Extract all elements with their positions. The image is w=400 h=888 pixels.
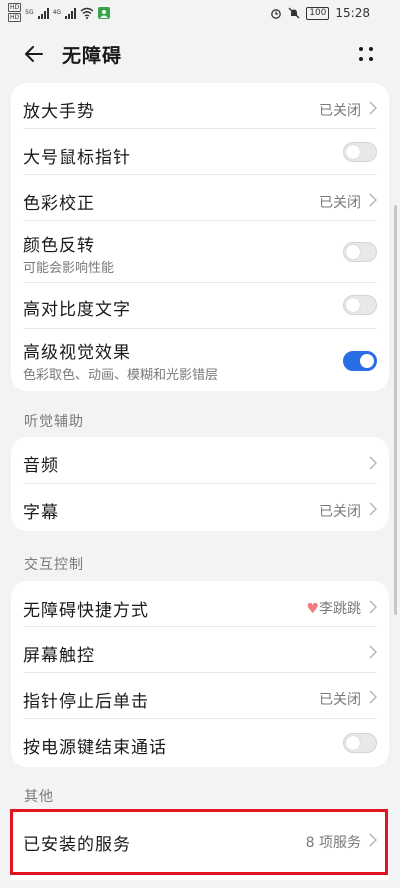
row-subtitle: 色彩取色、动画、模糊和光影错层 xyxy=(23,368,219,383)
status-bar: HD HD 5G 4G 100 15:28 xyxy=(0,0,400,28)
signal-label: 5G xyxy=(25,9,34,16)
row-value: 已关闭 xyxy=(319,195,361,211)
status-left: HD HD 5G 4G xyxy=(8,3,111,22)
large-pointer-toggle[interactable] xyxy=(343,142,377,162)
battery-indicator: 100 xyxy=(306,6,330,20)
row-label: 指针停止后单击 xyxy=(23,692,149,712)
wifi-icon xyxy=(80,7,94,19)
app-bar: 无障碍 xyxy=(0,28,400,80)
scrollbar[interactable] xyxy=(394,205,397,615)
color-inversion-toggle[interactable] xyxy=(343,242,377,262)
hearing-settings-card: 音频 字幕 已关闭 xyxy=(11,437,389,531)
row-label: 色彩校正 xyxy=(23,194,95,214)
row-label: 颜色反转 xyxy=(23,236,95,256)
high-contrast-text-toggle[interactable] xyxy=(343,295,377,315)
hd-badges: HD HD xyxy=(8,3,22,22)
highlight-box xyxy=(10,809,388,875)
row-label: 高对比度文字 xyxy=(23,300,131,320)
power-button-ends-call-toggle[interactable] xyxy=(343,733,377,753)
clock: 15:28 xyxy=(335,6,370,20)
signal-icon xyxy=(65,7,77,19)
more-options-icon[interactable] xyxy=(352,42,380,66)
advanced-visual-effects-row: 高级视觉效果 色彩取色、动画、模糊和光影错层 xyxy=(11,329,389,391)
chevron-right-icon xyxy=(369,101,377,115)
row-value: ♥李跳跳 xyxy=(306,598,361,618)
vision-settings-card: 放大手势 已关闭 大号鼠标指针 色彩校正 已关闭 颜色反转 可能会影响性能 高对… xyxy=(11,83,389,391)
signal-icon xyxy=(37,7,49,19)
color-correction-row[interactable]: 色彩校正 已关闭 xyxy=(11,175,389,221)
app-notification-icon xyxy=(98,6,111,19)
row-label: 屏幕触控 xyxy=(23,646,95,666)
back-arrow-icon[interactable] xyxy=(22,42,46,66)
row-subtitle: 可能会影响性能 xyxy=(23,261,115,276)
row-value: 已关闭 xyxy=(319,692,361,708)
interaction-settings-card: 无障碍快捷方式 ♥李跳跳 屏幕触控 指针停止后单击 已关闭 按电源键结束通话 xyxy=(11,581,389,767)
magnification-gesture-row[interactable]: 放大手势 已关闭 xyxy=(11,83,389,129)
row-label: 大号鼠标指针 xyxy=(23,148,131,168)
section-title-other: 其他 xyxy=(24,789,54,805)
high-contrast-text-row: 高对比度文字 xyxy=(11,283,389,329)
status-right: 100 15:28 xyxy=(270,6,370,20)
audio-row[interactable]: 音频 xyxy=(11,437,389,484)
alarm-icon xyxy=(271,9,282,19)
row-value: 已关闭 xyxy=(319,103,361,119)
screen-touch-row[interactable]: 屏幕触控 xyxy=(11,627,389,673)
heart-icon: ♥ xyxy=(306,601,319,617)
advanced-visual-effects-toggle[interactable] xyxy=(343,351,377,371)
page-title: 无障碍 xyxy=(62,45,123,67)
row-label: 放大手势 xyxy=(23,102,95,122)
signal-label: 4G xyxy=(52,9,62,16)
row-label: 按电源键结束通话 xyxy=(23,738,167,758)
section-title-hearing: 听觉辅助 xyxy=(24,414,84,430)
row-label: 无障碍快捷方式 xyxy=(23,601,149,621)
hd-badge: HD xyxy=(8,3,22,12)
row-label: 高级视觉效果 xyxy=(23,343,131,363)
section-title-interaction: 交互控制 xyxy=(24,557,84,573)
chevron-right-icon xyxy=(369,645,377,659)
chevron-right-icon xyxy=(369,456,377,470)
power-button-ends-call-row: 按电源键结束通话 xyxy=(11,719,389,767)
row-label: 字幕 xyxy=(23,503,59,523)
large-pointer-row: 大号鼠标指针 xyxy=(11,129,389,175)
row-value: 已关闭 xyxy=(319,504,361,520)
subtitles-row[interactable]: 字幕 已关闭 xyxy=(11,484,389,531)
chevron-right-icon xyxy=(369,600,377,614)
dwell-click-row[interactable]: 指针停止后单击 已关闭 xyxy=(11,673,389,719)
shortcut-app-name: 李跳跳 xyxy=(319,601,361,617)
color-inversion-row: 颜色反转 可能会影响性能 xyxy=(11,221,389,283)
chevron-right-icon xyxy=(369,690,377,704)
mute-icon xyxy=(288,7,300,19)
accessibility-shortcut-row[interactable]: 无障碍快捷方式 ♥李跳跳 xyxy=(11,581,389,627)
chevron-right-icon xyxy=(369,502,377,516)
row-label: 音频 xyxy=(23,456,59,476)
chevron-right-icon xyxy=(369,193,377,207)
hd-badge: HD xyxy=(8,13,22,22)
